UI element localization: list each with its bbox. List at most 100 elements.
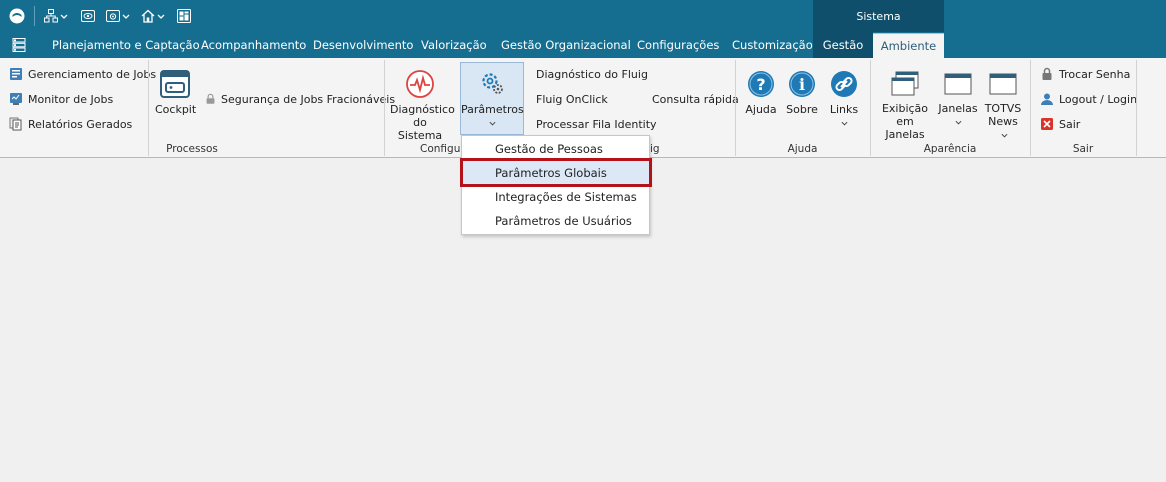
chevron-down-icon bbox=[841, 121, 847, 126]
news-label-1: TOTVS bbox=[984, 102, 1022, 115]
fluig-onclick-label: Fluig OnClick bbox=[536, 92, 608, 106]
group-divider bbox=[870, 60, 871, 156]
gerenciamento-jobs-label: Gerenciamento de Jobs bbox=[28, 67, 157, 81]
tab-planejamento[interactable]: Planejamento e Captação bbox=[52, 32, 200, 58]
monitor-icon bbox=[10, 93, 22, 105]
diagnostic-pulse-icon bbox=[406, 70, 434, 98]
monitor-jobs-label: Monitor de Jobs bbox=[28, 92, 114, 106]
fluig-onclick-item[interactable]: Fluig OnClick bbox=[536, 90, 608, 108]
parametros-label: Parâmetros bbox=[461, 103, 524, 116]
window-icon bbox=[944, 73, 972, 95]
jobs-icon bbox=[10, 68, 22, 80]
lock-icon bbox=[206, 93, 215, 104]
tab-desenvolvimento[interactable]: Desenvolvimento bbox=[313, 32, 413, 58]
svg-text:i: i bbox=[799, 75, 805, 94]
totvs-news-button[interactable]: TOTVS News bbox=[982, 71, 1024, 141]
cockpit-label: Cockpit bbox=[155, 103, 197, 116]
logout-login-label: Logout / Login bbox=[1059, 92, 1138, 106]
group-divider bbox=[735, 60, 736, 156]
user-icon bbox=[1041, 93, 1053, 105]
links-label: Links bbox=[829, 103, 859, 116]
sobre-label: Sobre bbox=[786, 103, 818, 116]
trocar-senha-label: Trocar Senha bbox=[1059, 67, 1131, 81]
tab-customizacao[interactable]: Customização bbox=[732, 32, 813, 58]
help-icon: ? bbox=[748, 71, 774, 97]
group-label-aparencia: Aparência bbox=[923, 143, 977, 155]
dashboard-icon[interactable] bbox=[177, 7, 191, 25]
news-label-2: News bbox=[988, 115, 1018, 128]
group-label-processos: Processos bbox=[166, 143, 218, 155]
tab-acompanhamento[interactable]: Acompanhamento bbox=[201, 32, 306, 58]
windows-cascade-icon bbox=[891, 71, 919, 96]
group-divider bbox=[384, 60, 385, 156]
processar-fila-item[interactable]: Processar Fila Identity bbox=[536, 115, 657, 133]
janelas-button[interactable]: Janelas bbox=[938, 71, 978, 128]
consulta-rapida-item[interactable]: Consulta rápida bbox=[652, 90, 739, 108]
chevron-down-icon bbox=[489, 121, 495, 126]
janelas-label: Janelas bbox=[938, 102, 978, 115]
sobre-button[interactable]: i Sobre bbox=[784, 70, 820, 116]
diagnostico-sistema-button[interactable]: Diagnóstico do Sistema bbox=[390, 69, 455, 142]
relatorios-gerados-label: Relatórios Gerados bbox=[28, 117, 133, 131]
exibicao-janelas-button[interactable]: Exibição em Janelas bbox=[876, 71, 934, 141]
menu-item-parametros-usuarios[interactable]: Parâmetros de Usuários bbox=[462, 209, 649, 233]
diagnostico-fluig-item[interactable]: Diagnóstico do Fluig bbox=[536, 65, 648, 83]
cockpit-button[interactable]: Cockpit bbox=[155, 69, 197, 116]
svg-text:?: ? bbox=[756, 75, 765, 94]
lock-icon bbox=[1042, 67, 1052, 80]
tab-ambiente[interactable]: Ambiente bbox=[873, 33, 944, 58]
exit-icon bbox=[1041, 118, 1053, 130]
highlight-annotation bbox=[460, 158, 652, 187]
sair-item[interactable]: Sair bbox=[1040, 115, 1080, 133]
diagnostico-label-1: Diagnóstico bbox=[390, 103, 455, 116]
context-tab-sistema: Sistema bbox=[813, 0, 944, 32]
seguranca-jobs-label: Segurança de Jobs Fracionáveis bbox=[221, 92, 396, 106]
trocar-senha-item[interactable]: Trocar Senha bbox=[1040, 65, 1130, 83]
exibicao-label-2: em Janelas bbox=[885, 115, 925, 141]
gerenciamento-jobs-item[interactable]: Gerenciamento de Jobs bbox=[9, 65, 156, 83]
seguranca-jobs-item[interactable]: Segurança de Jobs Fracionáveis bbox=[205, 90, 395, 108]
reports-icon bbox=[9, 117, 22, 131]
info-icon: i bbox=[789, 71, 815, 97]
tab-gestao-organizacional[interactable]: Gestão Organizacional bbox=[501, 32, 631, 58]
app-logo-icon[interactable] bbox=[9, 7, 25, 25]
cockpit-icon bbox=[160, 70, 190, 98]
chevron-down-icon bbox=[1001, 133, 1007, 138]
group-label-configuracoes: Configu bbox=[420, 143, 461, 155]
chevron-down-icon bbox=[955, 120, 961, 125]
menu-item-integracoes-sistemas[interactable]: Integrações de Sistemas bbox=[462, 185, 649, 209]
group-label-fluig: ig bbox=[650, 143, 660, 155]
links-button[interactable]: Links bbox=[826, 70, 862, 129]
diagnostico-label-2: do Sistema bbox=[397, 116, 443, 142]
gears-icon bbox=[482, 73, 503, 94]
link-icon bbox=[831, 71, 857, 97]
tab-gestao[interactable]: Gestão bbox=[813, 32, 873, 58]
relatorios-gerados-item[interactable]: Relatórios Gerados bbox=[9, 115, 132, 133]
structure-icon[interactable] bbox=[44, 7, 68, 25]
divider bbox=[34, 6, 35, 26]
exibicao-label-1: Exibição bbox=[881, 102, 929, 115]
sair-label: Sair bbox=[1059, 117, 1081, 131]
tab-configuracoes[interactable]: Configurações bbox=[637, 32, 719, 58]
logout-login-item[interactable]: Logout / Login bbox=[1040, 90, 1137, 108]
home-icon[interactable] bbox=[141, 7, 165, 25]
view-icon[interactable] bbox=[81, 7, 95, 25]
group-label-sair: Sair bbox=[1072, 143, 1094, 155]
title-bar: Sistema bbox=[0, 0, 1166, 32]
group-divider bbox=[1030, 60, 1031, 156]
group-divider bbox=[1136, 60, 1137, 156]
news-window-icon bbox=[989, 73, 1017, 95]
processar-fila-label: Processar Fila Identity bbox=[536, 117, 657, 131]
tab-valorizacao[interactable]: Valorização bbox=[421, 32, 487, 58]
parametros-button[interactable]: Parâmetros bbox=[460, 62, 524, 135]
window-settings-icon[interactable] bbox=[106, 7, 130, 25]
consulta-rapida-label: Consulta rápida bbox=[652, 92, 739, 106]
group-label-ajuda: Ajuda bbox=[787, 143, 818, 155]
menu-tab-row: Planejamento e Captação Acompanhamento D… bbox=[0, 32, 1166, 58]
ajuda-button[interactable]: ? Ajuda bbox=[743, 70, 779, 116]
monitor-jobs-item[interactable]: Monitor de Jobs bbox=[9, 90, 113, 108]
diagnostico-fluig-label: Diagnóstico do Fluig bbox=[536, 67, 648, 81]
ajuda-label: Ajuda bbox=[745, 103, 777, 116]
app-menu-icon[interactable] bbox=[12, 38, 26, 52]
group-divider bbox=[148, 60, 149, 156]
